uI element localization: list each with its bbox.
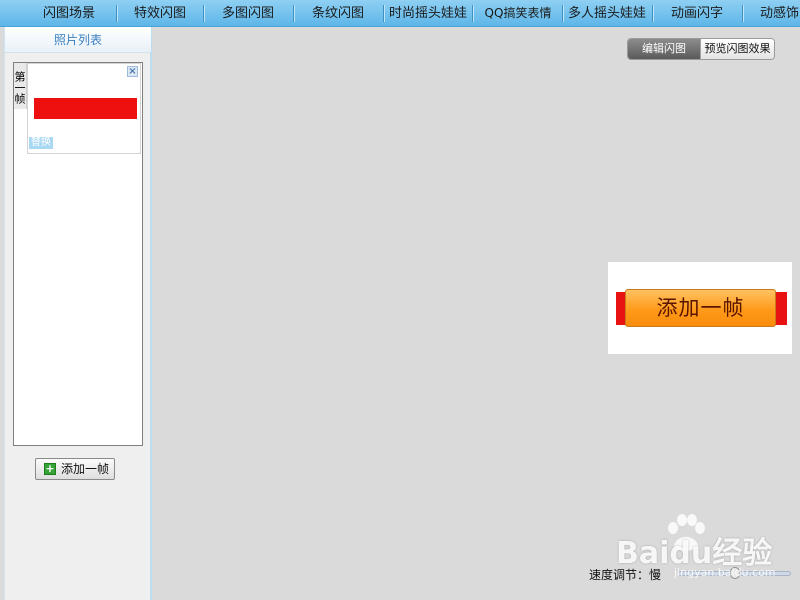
frame-item[interactable]: 第一帧 × 替换 — [13, 63, 142, 155]
speed-label: 速度调节：慢 — [589, 568, 662, 582]
photo-list-panel: 照片列表 第一帧 × 替换 + 添加一帧 — [4, 27, 152, 600]
photo-list-title: 照片列表 — [5, 27, 151, 53]
add-frame-panel: 添加一帧 — [608, 262, 792, 354]
photo-list[interactable]: 第一帧 × 替换 — [13, 62, 143, 446]
tab-divider — [116, 5, 117, 22]
paw-icon — [668, 514, 705, 551]
add-frame-label: 添加一帧 — [61, 462, 110, 476]
frame-thumbnail[interactable]: × 替换 — [27, 63, 141, 154]
tab-divider — [472, 5, 473, 22]
tab-multi-bobblehead[interactable]: 多人摇头娃娃 — [562, 0, 652, 26]
tab-bobblehead[interactable]: 时尚摇头娃娃 — [384, 0, 472, 26]
tab-divider — [742, 5, 743, 22]
close-icon[interactable]: × — [127, 66, 138, 77]
tab-qq-funny-emoji[interactable]: QQ搞笑表情 — [474, 0, 562, 26]
top-nav: 闪图场景 特效闪图 多图闪图 条纹闪图 时尚摇头娃娃 QQ搞笑表情 多人摇头娃娃… — [0, 0, 800, 27]
tab-animated-text[interactable]: 动画闪字 — [652, 0, 742, 26]
frame-thumbnail-image — [34, 98, 137, 119]
replace-button[interactable]: 替换 — [29, 137, 53, 149]
mode-toggle: 编辑闪图 预览闪图效果 — [627, 38, 775, 60]
speed-slider[interactable] — [678, 567, 791, 579]
plus-icon: + — [44, 462, 56, 475]
tab-stripe-flash[interactable]: 条纹闪图 — [294, 0, 382, 26]
edit-mode-button[interactable]: 编辑闪图 — [628, 39, 700, 59]
frame-number-label: 第一帧 — [13, 63, 27, 109]
tab-multi-image-flash[interactable]: 多图闪图 — [204, 0, 292, 26]
add-frame-big-button[interactable]: 添加一帧 — [625, 289, 776, 327]
tab-effect-flash[interactable]: 特效闪图 — [118, 0, 202, 26]
preview-mode-button[interactable]: 预览闪图效果 — [700, 39, 774, 59]
add-frame-button[interactable]: + 添加一帧 — [35, 458, 115, 480]
speed-slider-handle[interactable] — [730, 567, 740, 579]
tab-flash-scene[interactable]: 闪图场景 — [16, 0, 122, 26]
tab-dynamic-decor[interactable]: 动感饰 — [746, 0, 800, 26]
